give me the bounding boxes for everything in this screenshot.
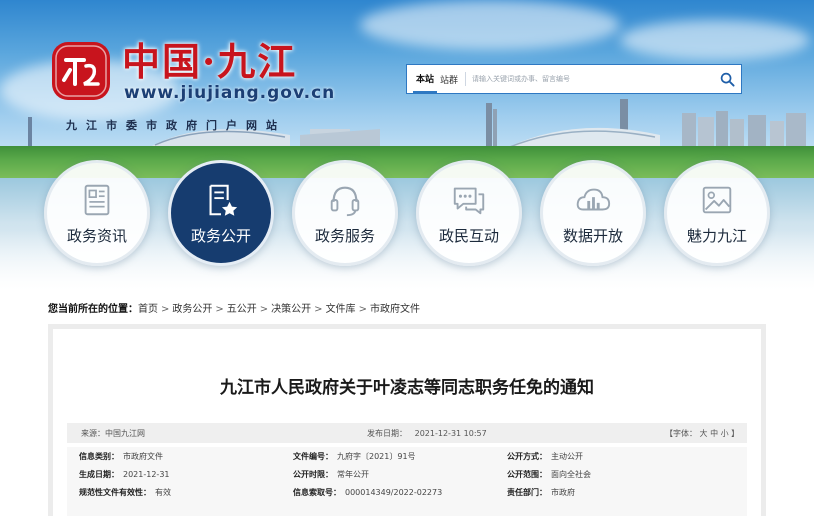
article-info-bar: 来源：中国九江网 发布日期： 2021-12-31 10:57 【字体： 大 中… [67, 423, 747, 443]
meta-file-number: 文件编号： 九府字〔2021〕91号 [293, 452, 416, 461]
cloud-decoration [620, 20, 810, 60]
site-title[interactable]: 中国·九江 [122, 40, 297, 84]
nav-item-label: 政民互动 [438, 226, 499, 245]
nav-item-open-data[interactable]: 数据开放 [540, 160, 646, 266]
nav-item-label: 政务公开 [190, 226, 251, 245]
meta-responsible-dept: 责任部门： 市政府 [507, 488, 575, 497]
meta-publish-mode: 公开方式： 主动公开 [507, 452, 583, 461]
meta-publish-period: 公开时限： 常年公开 [293, 470, 369, 479]
nav-item-label: 政务服务 [314, 226, 375, 245]
meta-index-number: 信息索取号： 000014349/2022-02273 [293, 488, 443, 497]
nav-item-label: 政务资讯 [66, 226, 127, 245]
meta-publish-scope: 公开范围： 面向全社会 [507, 470, 591, 479]
nav-item-news[interactable]: 政务资讯 [44, 160, 150, 266]
breadcrumb-lead: 您当前所在的位置： [48, 304, 138, 315]
cloud-decoration [360, 0, 620, 50]
meta-validity: 规范性文件有效性： 有效 [79, 488, 171, 497]
search-button[interactable] [713, 65, 741, 93]
headset-icon [330, 186, 360, 216]
font-size-switcher[interactable]: 【字体： 大 中 小 】 [665, 428, 739, 439]
breadcrumb-item-file-library[interactable]: 文件库 [326, 304, 356, 315]
picture-icon [702, 186, 732, 213]
nav-item-gov-open[interactable]: 政务公开 [168, 160, 274, 266]
breadcrumb-item-home[interactable]: 首页 [138, 304, 158, 315]
search-tab-group[interactable]: 站群 [437, 65, 461, 93]
search-icon [720, 72, 735, 87]
breadcrumb-item-five-open[interactable]: 五公开 [227, 304, 257, 315]
search-box: 本站 站群 [406, 64, 742, 94]
breadcrumb-item-city-gov-files[interactable]: 市政府文件 [370, 304, 420, 315]
breadcrumb-item-gov-open[interactable]: 政务公开 [172, 304, 212, 315]
news-document-icon [84, 184, 110, 215]
article-meta-table: 信息类别： 市政府文件 文件编号： 九府字〔2021〕91号 公开方式： 主动公开 生… [67, 447, 747, 516]
site-url: www.jiujiang.gov.cn [124, 83, 336, 103]
article-panel: 九江市人民政府关于叶凌志等同志职务任免的通知 来源：中国九江网 发布日期： 20… [48, 324, 766, 516]
document-star-icon [209, 184, 238, 216]
nav-item-label: 数据开放 [562, 226, 623, 245]
search-input[interactable] [472, 65, 713, 93]
chat-bubbles-icon [453, 187, 485, 214]
meta-info-category: 信息类别： 市政府文件 [79, 452, 163, 461]
site-subtitle: 九江市委市政府门户网站 [66, 119, 286, 132]
article-title: 九江市人民政府关于叶凌志等同志职务任免的通知 [220, 378, 594, 398]
article-source: 来源：中国九江网 [81, 429, 145, 438]
site-logo-icon[interactable] [50, 40, 112, 102]
article-publish-date: 发布日期： 2021-12-31 10:57 [367, 429, 487, 438]
breadcrumb: 您当前所在的位置：首页 > 政务公开 > 五公开 > 决策公开 > 文件库 > 市政府文件 [48, 304, 420, 315]
nav-item-interaction[interactable]: 政民互动 [416, 160, 522, 266]
cloud-chart-icon [576, 188, 611, 210]
nav-item-label: 魅力九江 [686, 226, 747, 245]
header-banner: 中国·九江 www.jiujiang.gov.cn 九江市委市政府门户网站 本站… [0, 0, 814, 290]
meta-generated-date: 生成日期： 2021-12-31 [79, 470, 170, 479]
breadcrumb-item-decision-open[interactable]: 决策公开 [271, 304, 311, 315]
nav-item-charm[interactable]: 魅力九江 [664, 160, 770, 266]
search-tab-site[interactable]: 本站 [413, 65, 438, 93]
main-nav: 政务资讯 政务公开 政务服务 政民互动 数据开放 魅力九江 [44, 160, 770, 268]
nav-item-gov-service[interactable]: 政务服务 [292, 160, 398, 266]
